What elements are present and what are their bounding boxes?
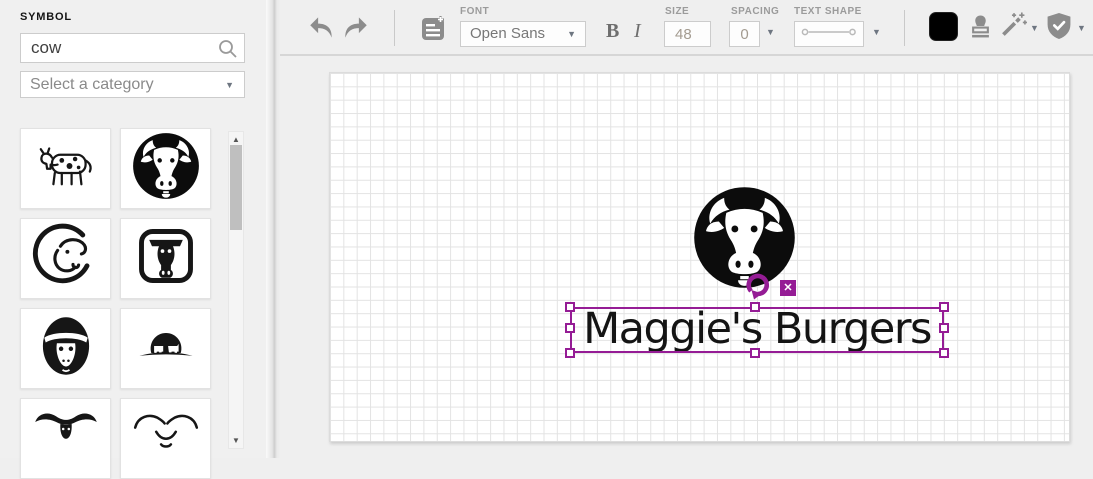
selection-handle-sw[interactable]	[565, 348, 575, 358]
cow-face-oval-icon	[31, 311, 101, 386]
chevron-down-icon: ▼	[567, 29, 576, 39]
redo-button[interactable]	[342, 16, 369, 39]
selection-handle-se[interactable]	[939, 348, 949, 358]
font-select-value: Open Sans	[470, 25, 546, 42]
italic-button[interactable]: I	[634, 20, 641, 43]
sidebar-title: SYMBOL	[20, 11, 72, 23]
cattle-hill-icon	[131, 311, 201, 386]
shield-button[interactable]	[1046, 12, 1072, 40]
symbol-search-box	[20, 33, 245, 63]
size-label: SIZE	[665, 6, 690, 17]
symbol-tile-bull-horns[interactable]	[120, 398, 211, 479]
spacing-dropdown-button[interactable]: ▼	[766, 28, 775, 37]
selection-handle-s[interactable]	[750, 348, 760, 358]
spacing-input[interactable]	[729, 21, 760, 47]
straight-path-icon	[800, 25, 858, 43]
symbol-tile-bull-head-swoosh[interactable]	[20, 218, 111, 299]
magic-wand-dropdown-button[interactable]: ▼	[1030, 24, 1039, 33]
size-input[interactable]	[664, 21, 711, 47]
selection-box[interactable]	[565, 302, 949, 358]
spacing-label: SPACING	[731, 6, 780, 17]
symbol-tile-bull-head-circle[interactable]	[120, 128, 211, 209]
font-select[interactable]: Open Sans ▼	[460, 21, 586, 47]
selection-handle-e[interactable]	[939, 323, 949, 333]
font-label: FONT	[460, 6, 490, 17]
text-shape-label: TEXT SHAPE	[794, 6, 862, 17]
sidebar-scrollbar[interactable]: ▲ ▼	[228, 131, 244, 449]
symbol-tile-spotted-cow[interactable]	[20, 128, 111, 209]
spotted-cow-icon	[31, 131, 101, 206]
text-shape-dropdown-button[interactable]: ▼	[872, 28, 881, 37]
symbol-tile-cattle-hill[interactable]	[120, 308, 211, 389]
selection-handle-ne[interactable]	[939, 302, 949, 312]
bull-head-circle-icon	[131, 131, 201, 206]
text-shape-selector[interactable]	[794, 21, 864, 47]
add-text-button[interactable]	[421, 15, 447, 41]
toolbar-separator	[394, 10, 395, 46]
stamp-button[interactable]	[970, 14, 991, 38]
longhorn-icon	[31, 401, 101, 476]
symbol-tile-cow-head-frame[interactable]	[120, 218, 211, 299]
shield-dropdown-button[interactable]: ▼	[1077, 24, 1086, 33]
symbol-search-input[interactable]	[21, 34, 217, 62]
sidebar-divider	[266, 0, 280, 458]
category-select-value: Select a category	[30, 76, 154, 93]
selection-handle-nw[interactable]	[565, 302, 575, 312]
design-canvas[interactable]: ✕ Maggie's Burgers	[329, 72, 1070, 442]
symbol-sidebar: SYMBOL Select a category ▼	[0, 0, 266, 479]
symbol-tile-longhorn[interactable]	[20, 398, 111, 479]
color-swatch-button[interactable]	[929, 12, 958, 41]
scrollbar-thumb[interactable]	[230, 145, 242, 230]
delete-button[interactable]: ✕	[780, 280, 796, 296]
workspace: ✕ Maggie's Burgers	[280, 56, 1093, 458]
bull-head-swoosh-icon	[31, 221, 101, 296]
bold-button[interactable]: B	[606, 20, 619, 43]
symbol-tile-cow-face-oval[interactable]	[20, 308, 111, 389]
rotate-handle-icon[interactable]	[745, 272, 771, 300]
magic-wand-button[interactable]	[999, 11, 1027, 39]
undo-button[interactable]	[308, 16, 335, 39]
scroll-up-icon[interactable]: ▲	[229, 135, 243, 144]
toolbar-separator	[904, 10, 905, 46]
chevron-down-icon: ▼	[225, 80, 234, 90]
scroll-down-icon[interactable]: ▼	[229, 436, 243, 445]
selection-handle-w[interactable]	[565, 323, 575, 333]
search-icon[interactable]	[218, 39, 238, 64]
category-select[interactable]: Select a category ▼	[20, 71, 245, 98]
bull-horns-icon	[131, 401, 201, 476]
toolbar: FONT Open Sans ▼ B I SIZE SPACING ▼ TEXT…	[280, 0, 1093, 56]
selection-handle-n[interactable]	[750, 302, 760, 312]
cow-head-frame-icon	[131, 221, 201, 296]
